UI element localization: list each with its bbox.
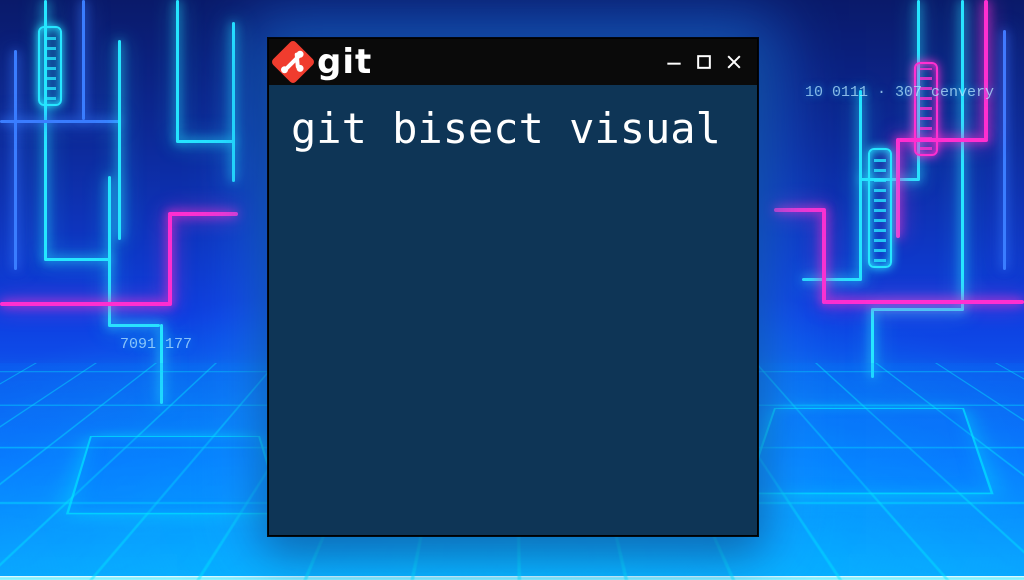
circuit-line (108, 324, 160, 327)
minimize-icon (664, 52, 684, 72)
terminal-window: git git bisect visual (268, 38, 758, 536)
circuit-line (232, 22, 235, 182)
git-brand-text: git (317, 42, 372, 82)
floor-tile (66, 436, 284, 514)
circuit-line (872, 308, 964, 311)
minimize-button[interactable] (661, 49, 687, 75)
terminal-body[interactable]: git bisect visual (269, 85, 757, 172)
circuit-line (82, 0, 85, 120)
circuit-line (896, 138, 900, 238)
circuit-line (176, 0, 179, 142)
circuit-line (44, 258, 110, 261)
circuit-line (961, 0, 964, 310)
circuit-line (14, 50, 17, 270)
maximize-icon (694, 52, 714, 72)
background-ghost-text-right: 10 0111 · 307 cenvery (805, 84, 994, 101)
maximize-button[interactable] (691, 49, 717, 75)
git-brand: git (277, 42, 372, 82)
circuit-line (898, 138, 988, 142)
circuit-line (984, 0, 988, 140)
circuit-line (822, 210, 826, 304)
circuit-line (859, 90, 862, 280)
circuit-line (168, 214, 172, 306)
circuit-line (1003, 30, 1006, 270)
background-ghost-text-left: 7091 177 (120, 336, 192, 353)
close-icon (724, 52, 744, 72)
circuit-line (802, 278, 862, 281)
close-button[interactable] (721, 49, 747, 75)
git-logo-icon (270, 39, 315, 84)
circuit-module (914, 62, 938, 156)
circuit-module (38, 26, 62, 106)
circuit-line (176, 140, 234, 143)
circuit-line (168, 212, 238, 216)
circuit-line (0, 120, 120, 123)
circuit-line (824, 300, 1024, 304)
window-titlebar[interactable]: git (269, 39, 757, 85)
circuit-line (118, 40, 121, 240)
circuit-line (774, 208, 826, 212)
floor-tile (744, 408, 993, 494)
circuit-line (0, 302, 170, 306)
window-controls (661, 49, 747, 75)
circuit-module (868, 148, 892, 268)
